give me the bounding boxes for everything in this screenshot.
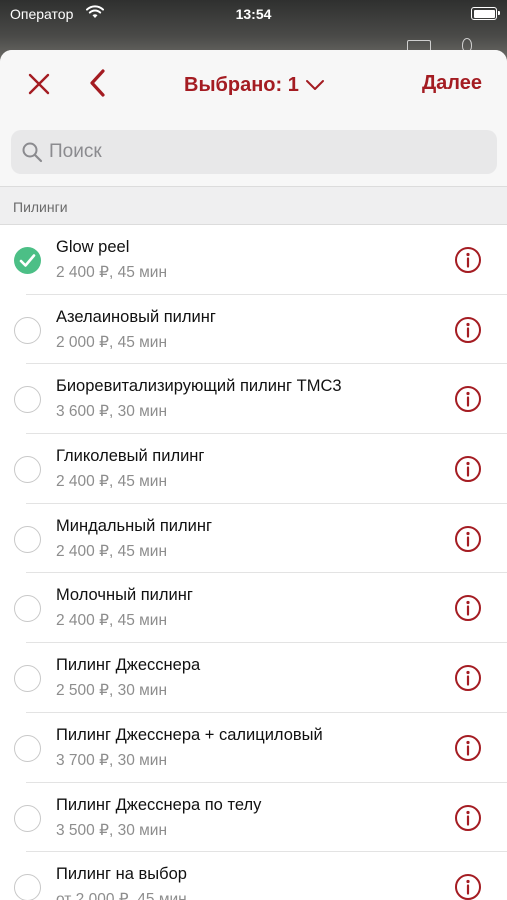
info-icon[interactable]	[454, 734, 482, 762]
separator: ,	[108, 612, 118, 630]
service-row[interactable]: Пилинг Джесснера по телу 3 500 ₽, 30 мин	[0, 783, 507, 853]
separator: ,	[108, 751, 118, 769]
radio-button[interactable]	[14, 665, 41, 693]
service-name: Пилинг Джесснера + салициловый	[56, 725, 323, 744]
service-price: от 2 000 ₽	[56, 891, 129, 900]
search-input[interactable]	[49, 141, 469, 163]
info-icon[interactable]	[454, 455, 482, 483]
separator: ,	[128, 891, 138, 900]
service-price: 2 000 ₽	[56, 333, 109, 351]
separator: ,	[108, 403, 118, 421]
separator: ,	[108, 682, 118, 700]
selected-count-label: Выбрано: 1	[184, 73, 299, 96]
service-price-duration: 3 500 ₽, 30 мин	[56, 821, 167, 840]
next-button[interactable]: Далее	[422, 72, 482, 95]
service-row[interactable]: Пилинг на выбор от 2 000 ₽, 45 мин	[0, 852, 507, 900]
service-name: Пилинг Джесснера по телу	[56, 795, 262, 814]
info-icon[interactable]	[454, 525, 482, 553]
service-row[interactable]: Азелаиновый пилинг 2 000 ₽, 45 мин	[0, 295, 507, 365]
service-price-duration: от 2 000 ₽, 45 мин	[56, 890, 187, 900]
service-duration: 30 мин	[117, 821, 168, 839]
back-chevron-icon[interactable]	[86, 68, 110, 98]
radio-button[interactable]	[14, 734, 41, 762]
info-icon[interactable]	[454, 664, 482, 692]
chevron-down-icon	[305, 80, 324, 90]
radio-button[interactable]	[14, 525, 41, 553]
service-duration: 30 мин	[117, 751, 168, 769]
service-duration: 30 мин	[117, 403, 168, 421]
battery-icon	[471, 7, 500, 20]
search-field[interactable]	[11, 130, 497, 174]
service-row[interactable]: Glow peel 2 400 ₽, 45 мин	[0, 225, 507, 295]
status-bar: Оператор 13:54	[0, 0, 507, 30]
separator: ,	[108, 821, 118, 839]
service-price-duration: 2 400 ₽, 45 мин	[56, 263, 167, 282]
service-price: 2 500 ₽	[56, 682, 109, 700]
service-name: Азелаиновый пилинг	[56, 307, 216, 326]
info-icon[interactable]	[454, 804, 482, 832]
service-name: Молочный пилинг	[56, 586, 193, 605]
service-price: 2 400 ₽	[56, 473, 109, 491]
service-row[interactable]: Пилинг Джесснера + салициловый 3 700 ₽, 3…	[0, 713, 507, 783]
service-row[interactable]: Миндальный пилинг 2 400 ₽, 45 мин	[0, 504, 507, 574]
search-bar-container	[0, 118, 507, 186]
checkmark-icon[interactable]	[14, 247, 41, 274]
info-icon[interactable]	[454, 316, 482, 344]
service-price: 3 700 ₽	[56, 751, 109, 769]
radio-button[interactable]	[14, 316, 41, 344]
info-icon[interactable]	[454, 873, 482, 900]
service-price-duration: 2 400 ₽, 45 мин	[56, 611, 167, 630]
radio-button[interactable]	[14, 874, 41, 900]
radio-button[interactable]	[14, 804, 41, 832]
service-name: Пилинг Джесснера	[56, 656, 201, 675]
service-price: 3 600 ₽	[56, 403, 109, 421]
service-duration: 45 мин	[117, 542, 168, 560]
separator: ,	[108, 264, 118, 281]
service-list: Glow peel 2 400 ₽, 45 мин Азелаиновый пили…	[0, 225, 507, 900]
service-name: Glow peel	[56, 238, 130, 256]
info-icon[interactable]	[454, 385, 482, 413]
service-duration: 45 мин	[137, 891, 187, 900]
navigation-bar: Выбрано: 1 Далее	[0, 50, 507, 118]
service-picker-sheet: Выбрано: 1 Далее Пилинги Glow peel 2 400 …	[0, 50, 507, 900]
service-price: 2 400 ₽	[56, 612, 109, 630]
service-price-duration: 3 600 ₽, 30 мин	[56, 402, 167, 421]
service-name: Миндальный пилинг	[56, 516, 213, 535]
search-icon	[22, 142, 43, 163]
service-price-duration: 2 400 ₽, 45 мин	[56, 542, 167, 561]
service-price: 2 400 ₽	[56, 542, 109, 560]
section-header: Пилинги	[0, 186, 507, 225]
service-price-duration: 3 700 ₽, 30 мин	[56, 751, 167, 770]
service-price: 3 500 ₽	[56, 821, 109, 839]
service-name: Биоревитализирующий пилинг TMC3	[56, 377, 342, 396]
separator: ,	[108, 542, 118, 560]
service-name: Пилинг на выбор	[56, 865, 187, 884]
service-row[interactable]: Гликолевый пилинг 2 400 ₽, 45 мин	[0, 434, 507, 504]
close-icon[interactable]	[25, 70, 53, 98]
separator: ,	[108, 333, 118, 351]
service-duration: 45 мин	[117, 264, 168, 281]
radio-button[interactable]	[14, 386, 41, 414]
service-row[interactable]: Биоревитализирующий пилинг TMC3 3 600 ₽, …	[0, 364, 507, 434]
separator: ,	[108, 473, 118, 491]
service-price-duration: 2 400 ₽, 45 мин	[56, 472, 167, 491]
info-icon[interactable]	[454, 594, 482, 622]
service-name: Гликолевый пилинг	[56, 447, 205, 466]
service-row[interactable]: Молочный пилинг 2 400 ₽, 45 мин	[0, 573, 507, 643]
service-price: 2 400 ₽	[56, 264, 109, 281]
service-price-duration: 2 500 ₽, 30 мин	[56, 681, 167, 700]
service-duration: 45 мин	[117, 333, 168, 351]
service-duration: 45 мин	[117, 473, 168, 491]
info-icon[interactable]	[454, 246, 482, 274]
radio-button[interactable]	[14, 595, 41, 623]
service-row[interactable]: Пилинг Джесснера 2 500 ₽, 30 мин	[0, 643, 507, 713]
selected-count-dropdown[interactable]: Выбрано: 1	[184, 72, 325, 98]
clock: 13:54	[235, 6, 272, 22]
service-duration: 45 мин	[117, 612, 168, 630]
service-duration: 30 мин	[117, 682, 168, 700]
radio-button[interactable]	[14, 456, 41, 484]
service-price-duration: 2 000 ₽, 45 мин	[56, 333, 167, 352]
